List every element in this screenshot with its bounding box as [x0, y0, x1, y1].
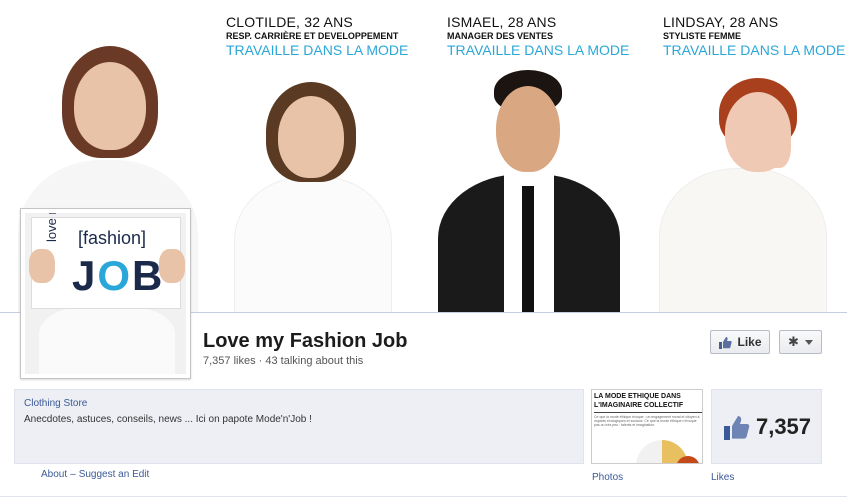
caption-role: MANAGER DES VENTES	[447, 31, 554, 41]
about-panel: Clothing Store Anecdotes, astuces, conse…	[14, 389, 584, 464]
chevron-down-icon	[804, 339, 813, 345]
bottom-divider	[0, 496, 847, 497]
caption-tag: TRAVAILLE DANS LA MODE	[226, 42, 409, 58]
caption-tag: TRAVAILLE DANS LA MODE	[447, 42, 630, 58]
caption-name: LINDSAY, 28 ANS	[663, 14, 779, 30]
photo-headline: LA MODE ETHIQUE DANS L'IMAGINAIRE COLLEC…	[594, 393, 684, 409]
profile-person-body	[39, 305, 175, 374]
thumbs-up-icon	[723, 415, 750, 440]
profile-picture[interactable]: love my [fashion] JOB	[20, 208, 191, 379]
profile-picture-image: love my [fashion] JOB	[25, 213, 186, 374]
about-link[interactable]: About	[41, 469, 67, 480]
likes-box[interactable]: 7,357	[711, 389, 822, 464]
photos-thumbnail[interactable]: LA MODE ETHIQUE DANS L'IMAGINAIRE COLLEC…	[591, 389, 703, 464]
cover-person-ismael	[434, 70, 624, 313]
hand-right	[159, 249, 185, 283]
photo-body-text: Ce que la mode éthique évoque : un engag…	[594, 415, 700, 427]
like-button[interactable]: Like	[710, 330, 770, 354]
gear-icon: ✱	[788, 334, 799, 349]
caption-tag: TRAVAILLE DANS LA MODE	[663, 42, 846, 58]
hand-left	[29, 249, 55, 283]
likes-count: 7,357	[755, 413, 812, 439]
caption-clotilde: CLOTILDE, 32 ANS RESP. CARRIÈRE ET DEVEL…	[226, 14, 408, 58]
logo-job-text: JOB	[72, 252, 164, 300]
caption-role: STYLISTE FEMME	[663, 31, 742, 41]
caption-role: RESP. CARRIÈRE ET DEVELOPPEMENT	[226, 31, 399, 41]
likes-link[interactable]: Likes	[711, 472, 734, 483]
like-button-label: Like	[737, 335, 762, 349]
settings-dropdown-button[interactable]: ✱	[779, 330, 822, 354]
cover-person-clotilde	[228, 78, 398, 313]
page-title[interactable]: Love my Fashion Job	[203, 330, 407, 353]
cover-person-lindsay	[655, 78, 835, 313]
caption-ismael: ISMAEL, 28 ANS MANAGER DES VENTES TRAVAI…	[447, 14, 629, 58]
link-separator: –	[70, 469, 76, 480]
photos-link[interactable]: Photos	[592, 472, 623, 483]
photo-rule	[594, 412, 702, 413]
caption-name: CLOTILDE, 32 ANS	[226, 14, 353, 30]
page-stats: 7,357 likes · 43 talking about this	[203, 355, 364, 367]
thumbs-up-icon	[719, 336, 733, 349]
logo-letter-j: J	[72, 252, 98, 299]
page-category-link[interactable]: Clothing Store	[24, 398, 87, 409]
page-description: Anecdotes, astuces, conseils, news ... I…	[24, 414, 312, 425]
about-links: About – Suggest an Edit	[41, 469, 149, 480]
logo-fashion-text: [fashion]	[78, 228, 147, 248]
suggest-edit-link[interactable]: Suggest an Edit	[79, 469, 150, 480]
caption-name: ISMAEL, 28 ANS	[447, 14, 557, 30]
caption-lindsay: LINDSAY, 28 ANS STYLISTE FEMME TRAVAILLE…	[663, 14, 845, 58]
logo-love-text: love my	[44, 213, 59, 242]
logo-letter-o: O	[97, 252, 133, 299]
